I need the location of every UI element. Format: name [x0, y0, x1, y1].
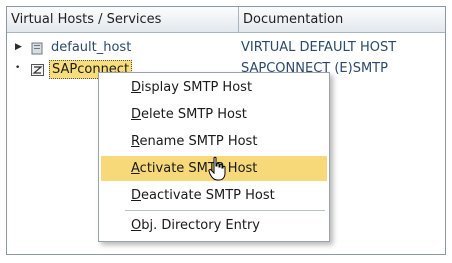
table-header: Virtual Hosts / Services Documentation: [7, 7, 445, 33]
expand-arrow-icon[interactable]: ▶: [15, 37, 25, 58]
menu-item-delete-smtp-host[interactable]: Delete SMTP Host: [101, 102, 327, 127]
table-row[interactable]: ▶ default_host VIRTUAL DEFAULT HOST: [7, 37, 445, 58]
leaf-bullet-icon: •: [15, 63, 21, 73]
documentation-cell: VIRTUAL DEFAULT HOST: [241, 40, 397, 55]
menu-item-deactivate-smtp-host[interactable]: Deactivate SMTP Host: [101, 183, 327, 208]
menu-separator: [125, 210, 325, 211]
hand-cursor-icon: [208, 156, 226, 182]
service-icon: [31, 62, 44, 76]
tree-node-label[interactable]: default_host: [51, 37, 131, 58]
column-header-hosts[interactable]: Virtual Hosts / Services: [7, 7, 239, 32]
menu-item-display-smtp-host[interactable]: Display SMTP Host: [101, 75, 327, 100]
menu-item-obj-directory-entry[interactable]: Obj. Directory Entry: [101, 213, 327, 238]
menu-item-rename-smtp-host[interactable]: Rename SMTP Host: [101, 129, 327, 154]
folder-icon: [31, 41, 44, 55]
column-header-documentation[interactable]: Documentation: [239, 7, 445, 32]
